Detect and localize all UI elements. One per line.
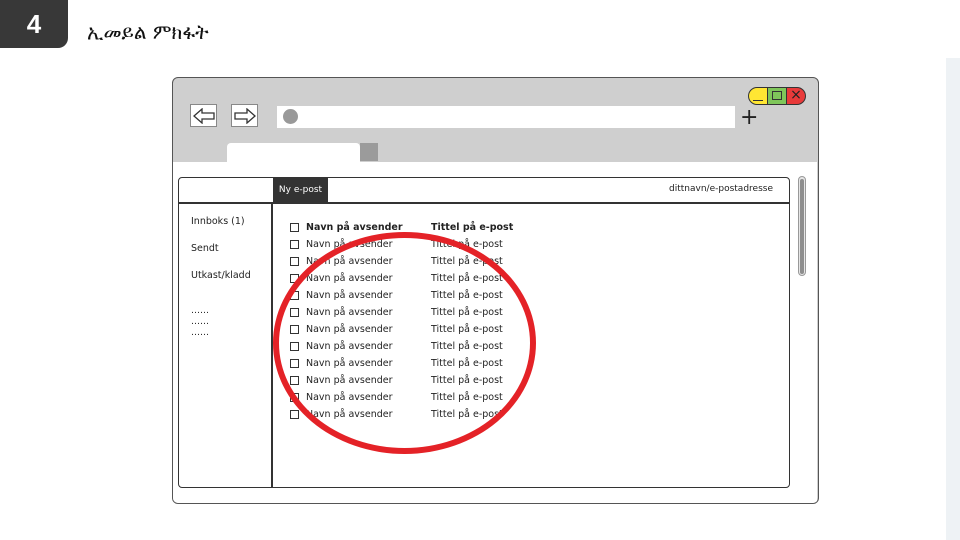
sidebar-divider xyxy=(271,202,273,487)
close-window-button[interactable]: × xyxy=(786,87,806,105)
message-checkbox[interactable] xyxy=(290,342,299,351)
message-row[interactable]: Navn på avsender Tittel på e-post xyxy=(290,219,541,236)
email-client: Ny e-post dittnavn/e-postadresse Innboks… xyxy=(178,177,790,488)
message-row[interactable]: Navn på avsender Tittel på e-post xyxy=(290,406,541,423)
page-content: Ny e-post dittnavn/e-postadresse Innboks… xyxy=(173,162,817,503)
message-subject: Tittel på e-post xyxy=(431,307,503,318)
slide-edge xyxy=(946,58,960,540)
message-row[interactable]: Navn på avsender Tittel på e-post xyxy=(290,389,541,406)
message-row[interactable]: Navn på avsender Tittel på e-post xyxy=(290,236,541,253)
message-row[interactable]: Navn på avsender Tittel på e-post xyxy=(290,338,541,355)
message-checkbox[interactable] xyxy=(290,291,299,300)
message-sender: Navn på avsender xyxy=(306,239,393,250)
message-checkbox[interactable] xyxy=(290,325,299,334)
maximize-button[interactable] xyxy=(767,87,787,105)
scrollbar[interactable] xyxy=(798,176,806,276)
message-checkbox[interactable] xyxy=(290,359,299,368)
slide-title: ኢመይል ምክፋት xyxy=(87,20,209,44)
message-subject: Tittel på e-post xyxy=(431,392,503,403)
message-checkbox[interactable] xyxy=(290,223,299,232)
browser-window: + × Ny e-post dittnavn/e-postadresse Inn… xyxy=(172,77,819,504)
message-checkbox[interactable] xyxy=(290,257,299,266)
message-sender: Navn på avsender xyxy=(306,409,393,420)
message-row[interactable]: Navn på avsender Tittel på e-post xyxy=(290,321,541,338)
message-row[interactable]: Navn på avsender Tittel på e-post xyxy=(290,287,541,304)
message-row[interactable]: Navn på avsender Tittel på e-post xyxy=(290,304,541,321)
message-list: Navn på avsender Tittel på e-post Navn på … xyxy=(290,219,541,423)
placeholder-line: …… xyxy=(191,317,209,327)
message-subject: Tittel på e-post xyxy=(431,375,503,386)
message-subject: Tittel på e-post xyxy=(431,256,503,267)
message-row[interactable]: Navn på avsender Tittel på e-post xyxy=(290,253,541,270)
message-row[interactable]: Navn på avsender Tittel på e-post xyxy=(290,355,541,372)
address-bar[interactable] xyxy=(277,106,735,128)
message-subject: Tittel på e-post xyxy=(431,239,503,250)
message-sender: Navn på avsender xyxy=(306,256,393,267)
message-sender: Navn på avsender xyxy=(306,375,393,386)
back-button[interactable] xyxy=(190,104,217,127)
message-sender: Navn på avsender xyxy=(306,290,393,301)
message-checkbox[interactable] xyxy=(290,240,299,249)
message-sender: Navn på avsender xyxy=(306,358,393,369)
message-subject: Tittel på e-post xyxy=(431,290,503,301)
folder-drafts[interactable]: Utkast/kladd xyxy=(191,270,251,297)
message-checkbox[interactable] xyxy=(290,308,299,317)
message-subject: Tittel på e-post xyxy=(431,341,503,352)
message-subject: Tittel på e-post xyxy=(431,273,503,284)
arrow-left-icon xyxy=(192,107,215,124)
message-sender: Navn på avsender xyxy=(306,324,393,335)
new-tab-button[interactable]: + xyxy=(740,107,758,129)
message-sender: Navn på avsender xyxy=(306,392,393,403)
placeholder-line: …… xyxy=(191,328,209,338)
message-sender: Navn på avsender xyxy=(306,222,403,233)
message-checkbox[interactable] xyxy=(290,410,299,419)
placeholder-line: …… xyxy=(191,306,209,316)
account-address[interactable]: dittnavn/e-postadresse xyxy=(669,184,773,194)
minimize-button[interactable] xyxy=(748,87,768,105)
step-number-badge: 4 xyxy=(0,0,68,48)
message-checkbox[interactable] xyxy=(290,274,299,283)
folder-inbox[interactable]: Innboks (1) xyxy=(191,216,251,243)
message-checkbox[interactable] xyxy=(290,376,299,385)
message-subject: Tittel på e-post xyxy=(431,358,503,369)
tab-close-button[interactable] xyxy=(360,143,378,161)
message-sender: Navn på avsender xyxy=(306,341,393,352)
site-icon xyxy=(283,109,298,124)
compose-button[interactable]: Ny e-post xyxy=(273,178,328,202)
message-sender: Navn på avsender xyxy=(306,273,393,284)
folder-sent[interactable]: Sendt xyxy=(191,243,251,270)
message-subject: Tittel på e-post xyxy=(431,409,503,420)
message-sender: Navn på avsender xyxy=(306,307,393,318)
arrow-right-icon xyxy=(233,107,256,124)
message-subject: Tittel på e-post xyxy=(431,222,514,233)
message-checkbox[interactable] xyxy=(290,393,299,402)
message-row[interactable]: Navn på avsender Tittel på e-post xyxy=(290,372,541,389)
message-subject: Tittel på e-post xyxy=(431,324,503,335)
message-row[interactable]: Navn på avsender Tittel på e-post xyxy=(290,270,541,287)
forward-button[interactable] xyxy=(231,104,258,127)
scrollbar-thumb[interactable] xyxy=(800,179,804,274)
browser-tab[interactable] xyxy=(227,143,360,163)
folder-list: Innboks (1) Sendt Utkast/kladd …… …… …… xyxy=(191,216,251,339)
